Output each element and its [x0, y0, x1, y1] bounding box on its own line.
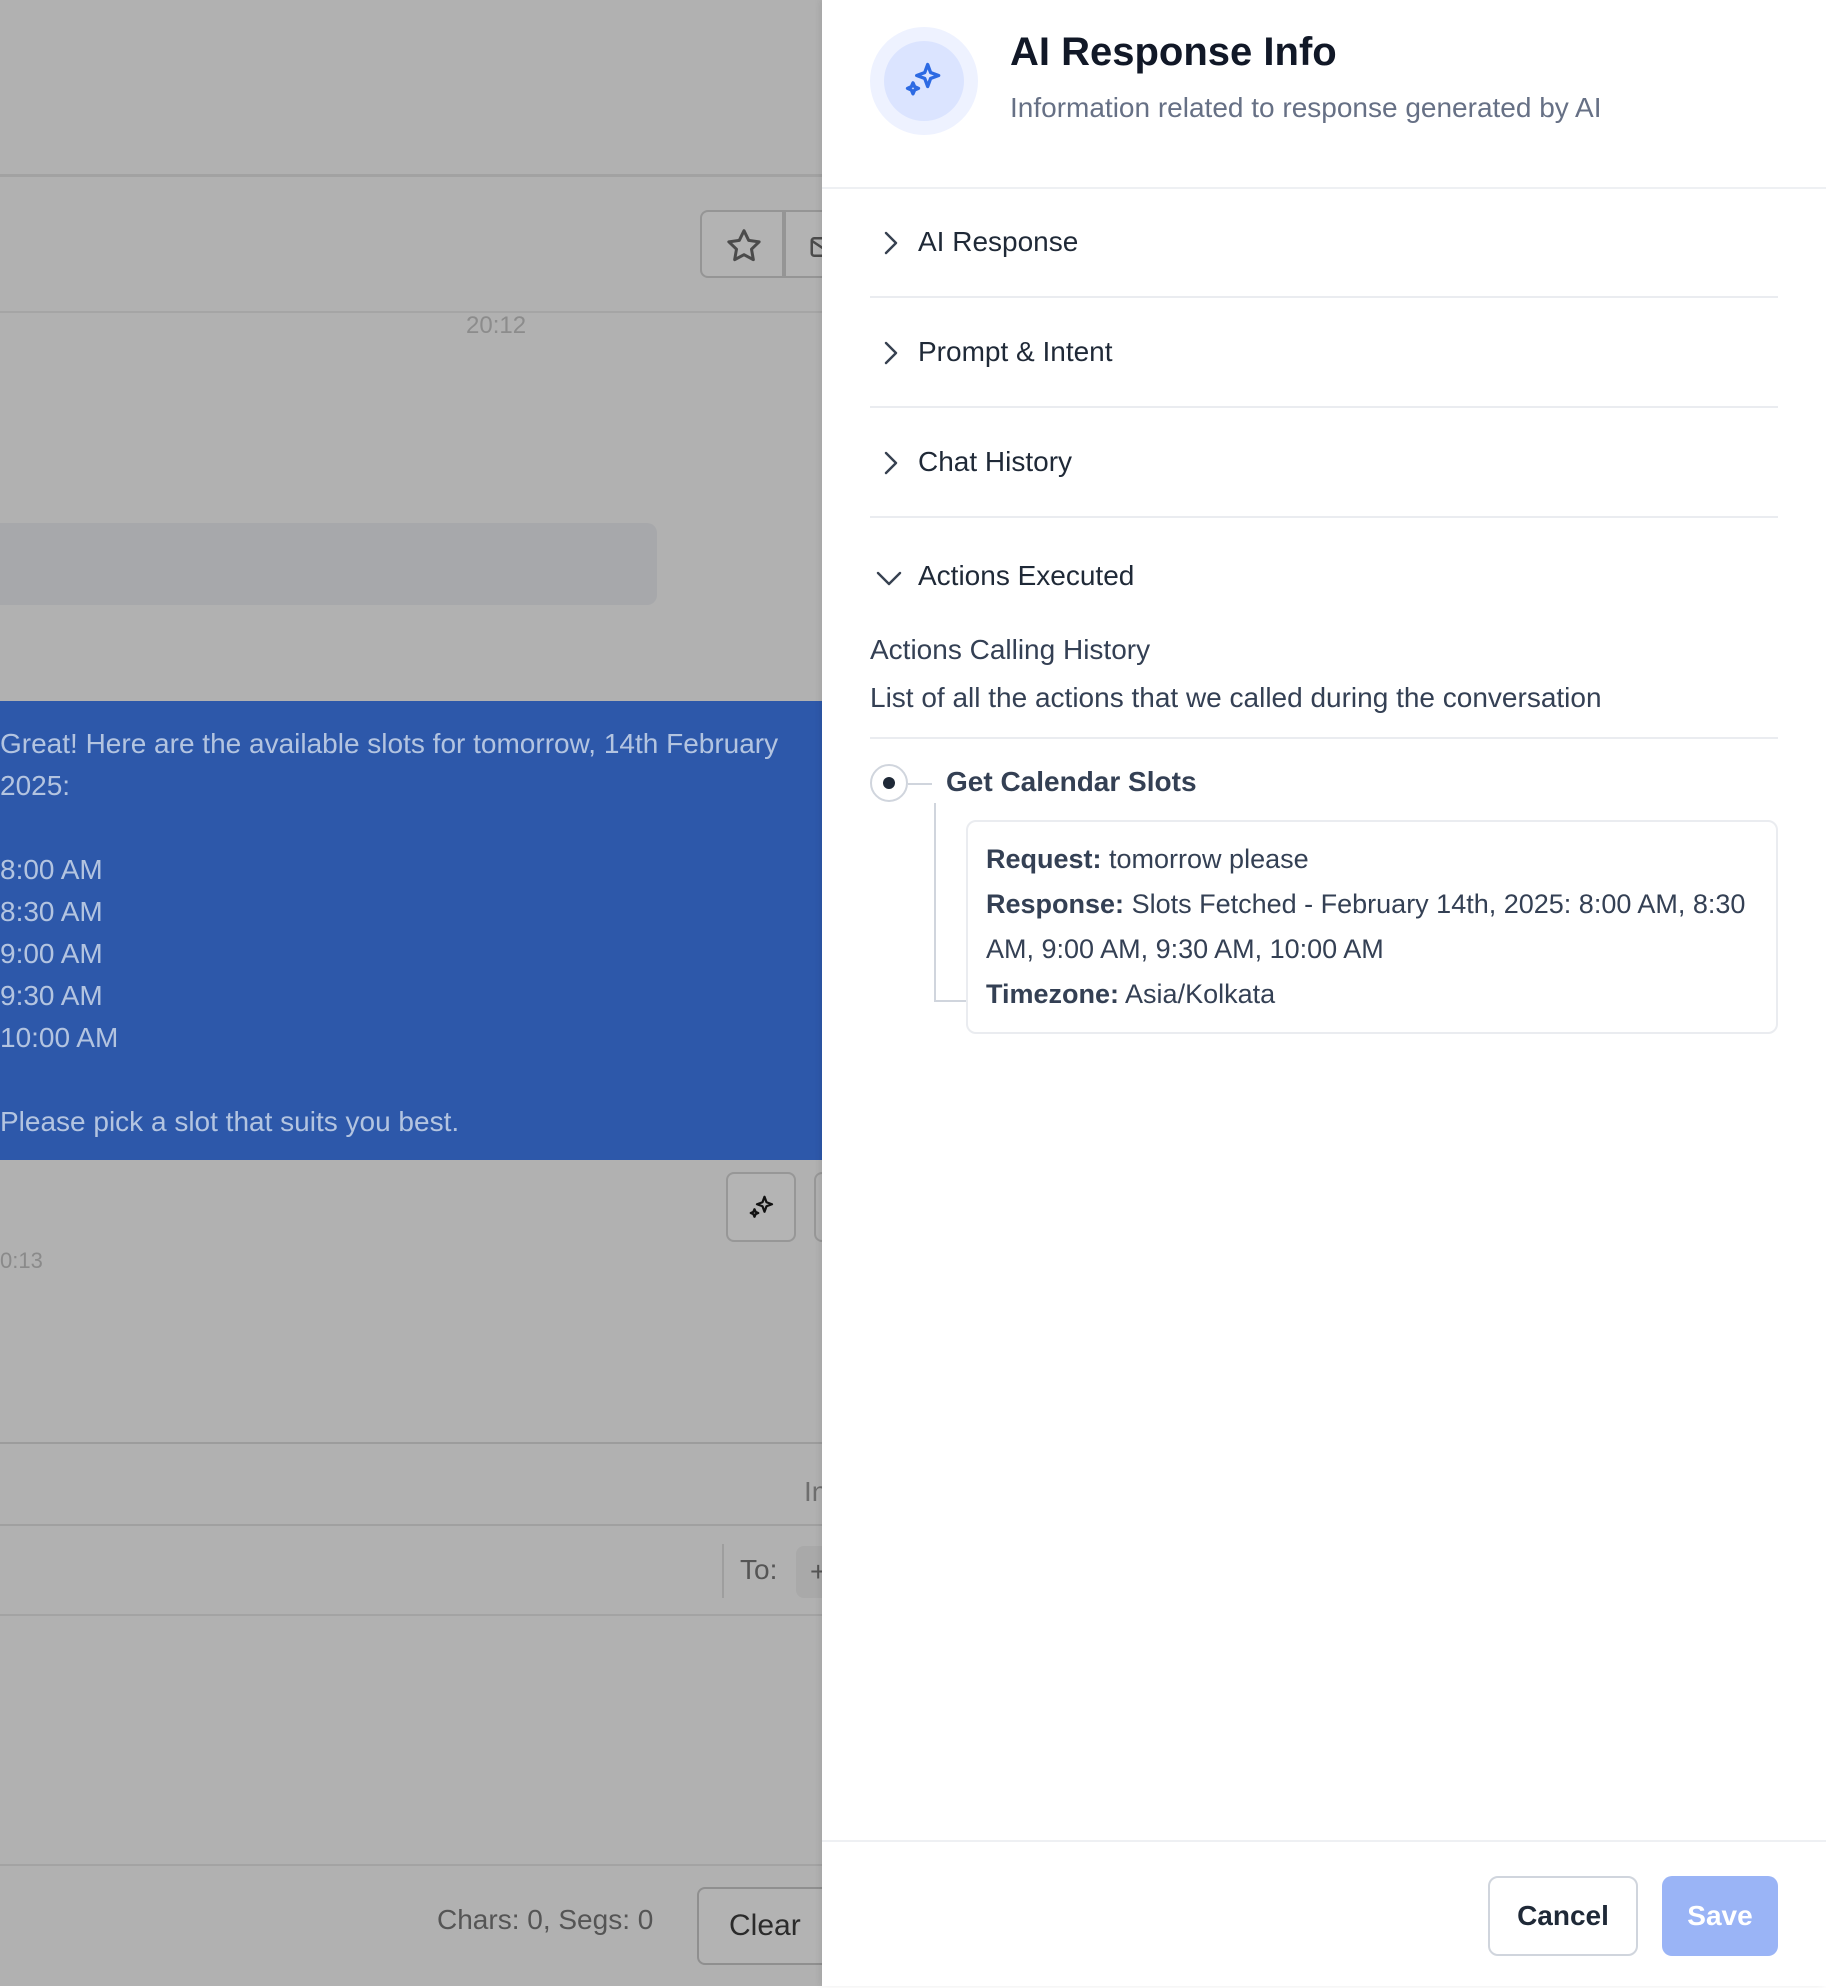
response-row: Response: Slots Fetched - February 14th,… — [986, 889, 1745, 920]
message-line: Great! Here are the available slots for … — [0, 728, 779, 759]
response-label: Response: — [986, 889, 1125, 919]
divider — [870, 737, 1778, 739]
divider — [722, 1544, 724, 1598]
message-timestamp: 0:13 — [0, 1248, 43, 1273]
star-button[interactable] — [700, 210, 784, 278]
to-label: To: — [740, 1554, 778, 1585]
chevron-down-icon — [876, 571, 902, 586]
cancel-button[interactable]: Cancel — [1488, 1876, 1638, 1956]
accordion-actions-executed[interactable]: Actions Executed — [870, 522, 1778, 632]
divider — [0, 1864, 822, 1866]
character-count: Chars: 0, Segs: 0 — [437, 1904, 654, 1935]
chevron-right-icon — [884, 231, 898, 255]
sparkles-icon — [905, 62, 941, 96]
divider — [0, 1442, 822, 1444]
actions-history-description: List of all the actions that we called d… — [870, 682, 1602, 713]
accordion-label: Chat History — [918, 446, 1073, 477]
message-line-blank — [0, 1059, 822, 1101]
request-label: Request: — [986, 844, 1102, 874]
accordion-label: Prompt & Intent — [918, 336, 1113, 367]
conversation-background: 20:12 Great! Here are the available slot… — [0, 0, 822, 1986]
response-value-continued: AM, 9:00 AM, 9:30 AM, 10:00 AM — [986, 934, 1384, 964]
timeline-dot — [870, 764, 908, 802]
chevron-right-icon — [884, 341, 898, 365]
ai-message-bubble: Great! Here are the available slots for … — [0, 701, 822, 1160]
message-line: 8:30 AM — [0, 896, 103, 927]
divider — [0, 311, 822, 313]
conversation-header — [0, 0, 822, 177]
ai-response-info-drawer: AI Response Info Information related to … — [822, 0, 1826, 1986]
incoming-message-bubble — [0, 523, 657, 605]
actions-history-title: Actions Calling History — [870, 634, 1151, 665]
header-icon-badge — [870, 27, 978, 135]
request-value: tomorrow please — [1109, 844, 1309, 874]
drawer-title: AI Response Info — [1010, 30, 1337, 74]
chevron-right-icon — [884, 451, 898, 475]
drawer-subtitle: Information related to response generate… — [1010, 92, 1602, 123]
message-line: 10:00 AM — [0, 1022, 119, 1053]
recipient-chip[interactable]: + — [796, 1546, 822, 1598]
message-line: 8:00 AM — [0, 854, 103, 885]
divider — [0, 1614, 822, 1616]
envelope-icon — [810, 237, 822, 257]
message-line: 9:30 AM — [0, 980, 103, 1011]
timeline-connector — [908, 783, 932, 785]
timezone-value: Asia/Kolkata — [1125, 979, 1276, 1009]
message-action-button[interactable] — [814, 1172, 822, 1242]
header-icon-circle — [884, 41, 964, 121]
accordion-chat-history[interactable]: Chat History — [870, 408, 1778, 518]
message-line-blank — [0, 807, 822, 849]
request-row: Request: tomorrow please — [986, 844, 1309, 875]
divider — [0, 1524, 822, 1526]
save-button[interactable]: Save — [1662, 1876, 1778, 1956]
timeline-dot-center — [883, 777, 895, 789]
message-line: Please pick a slot that suits you best. — [0, 1106, 460, 1137]
timezone-row: Timezone: Asia/Kolkata — [986, 979, 1275, 1010]
accordion-label: AI Response — [918, 226, 1079, 257]
ai-info-button[interactable] — [726, 1172, 796, 1242]
drawer-header: AI Response Info Information related to … — [822, 0, 1826, 189]
timezone-label: Timezone: — [986, 979, 1120, 1009]
clear-button[interactable]: Clear — [697, 1887, 822, 1965]
timeline-line — [934, 803, 936, 1001]
composer-tab[interactable]: In — [804, 1476, 822, 1508]
action-detail-card: Request: tomorrow please Response: Slots… — [966, 820, 1778, 1034]
response-value: Slots Fetched - February 14th, 2025: 8:0… — [1131, 889, 1746, 919]
drawer-footer: Cancel Save — [822, 1840, 1826, 1988]
message-line: 2025: — [0, 770, 71, 801]
accordion-prompt-intent[interactable]: Prompt & Intent — [870, 298, 1778, 408]
sparkles-icon — [749, 1195, 774, 1218]
message-timestamp: 20:12 — [466, 312, 527, 339]
star-icon — [727, 229, 761, 262]
action-name: Get Calendar Slots — [946, 766, 1197, 797]
response-row-continued: AM, 9:00 AM, 9:30 AM, 10:00 AM — [986, 934, 1384, 965]
accordion-ai-response[interactable]: AI Response — [870, 188, 1778, 298]
ai-message-text: Great! Here are the available slots for … — [0, 723, 822, 1143]
timeline-connector — [934, 1000, 968, 1002]
message-line: 9:00 AM — [0, 938, 103, 969]
envelope-button[interactable] — [784, 210, 822, 278]
accordion-label: Actions Executed — [918, 560, 1135, 591]
